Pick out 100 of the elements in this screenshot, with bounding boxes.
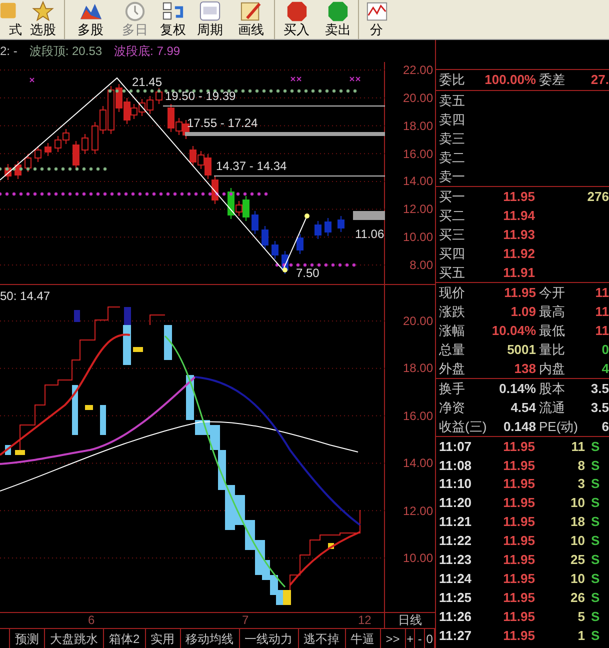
trade-volume: 18: [570, 513, 585, 532]
field-value: 0.14%: [498, 380, 536, 398]
axis-label: 6: [88, 613, 95, 628]
trade-price: 11.95: [502, 608, 535, 626]
axis-label: 18.00: [402, 362, 433, 376]
trade-price: 11.95: [502, 588, 535, 607]
trade-time: 11:08: [439, 456, 473, 475]
trade-price: 11.95: [502, 551, 535, 570]
toolbar-button[interactable]: 周期: [192, 0, 228, 39]
indicator-tab[interactable]: 实用: [144, 629, 180, 648]
axis-label: 22.00: [402, 64, 433, 77]
field-value: 27.: [590, 71, 609, 90]
axis-label: 14.00: [402, 175, 433, 188]
axis-label: 12: [358, 613, 372, 628]
indicator-tab[interactable]: 逃不掉: [298, 629, 345, 648]
indicator-value: 波段顶: 20.53: [29, 43, 102, 60]
trade-side: S: [591, 608, 600, 626]
step-line: [150, 314, 166, 326]
field-label: 总量: [439, 340, 466, 359]
toolbar-button[interactable]: 卖出: [318, 0, 358, 39]
toolbar-button[interactable]: 画线: [228, 0, 274, 39]
bid-price: 11.93: [502, 226, 535, 244]
price-label: 11.06: [355, 228, 384, 241]
toolbar-button[interactable]: 复权: [154, 0, 192, 39]
axis-label: 14.00: [402, 457, 433, 470]
field-label: 流通: [539, 398, 566, 417]
indicator-tab[interactable]: 大盘跳水: [44, 629, 103, 648]
trade-side: S: [591, 570, 600, 588]
toolbar-button[interactable]: 买入: [274, 0, 318, 39]
candle: [44, 142, 52, 156]
field-value: 100.00%: [484, 71, 536, 90]
field-label: 委差: [539, 71, 566, 90]
trade-time: 11:21: [439, 513, 473, 532]
candle: [296, 234, 304, 254]
axis-label: 12.00: [402, 203, 433, 216]
toolbar-button[interactable]: 选股: [22, 0, 64, 39]
trade-price: 11.95: [502, 626, 535, 645]
indicator-tab[interactable]: 移动均线: [180, 629, 239, 648]
trade-side: S: [591, 475, 600, 494]
clock-icon: [123, 0, 147, 23]
field-value: 1.09: [510, 302, 536, 321]
field-label: 涨跌: [439, 302, 466, 321]
axis-label: 12.00: [402, 504, 433, 518]
octagon-icon: [326, 0, 350, 23]
trade-price: 11.95: [502, 438, 535, 456]
zoom-button[interactable]: 0: [425, 629, 435, 648]
zoom-button[interactable]: +: [406, 629, 416, 648]
octagon-icon: [284, 0, 308, 23]
field-label: 委比: [439, 71, 466, 90]
field-label: 买三: [439, 226, 466, 244]
trade-volume: 10: [570, 494, 585, 512]
period-label[interactable]: 日线: [385, 613, 435, 628]
axis-label: 18.00: [402, 120, 433, 133]
bid-price: 11.94: [502, 206, 535, 225]
field-label: 买五: [439, 264, 466, 282]
candle: [252, 210, 258, 234]
trade-time: 11:22: [439, 532, 473, 550]
candle: [34, 146, 42, 162]
candle: [338, 216, 344, 232]
pencil-note-icon: [239, 0, 263, 23]
indicator-tab[interactable]: 预测: [9, 629, 44, 648]
candle: [272, 240, 278, 260]
field-value: 11: [594, 302, 609, 321]
trade-price: 11.95: [502, 494, 535, 512]
trade-price: 11.95: [502, 513, 535, 532]
indicator-tab[interactable]: 牛逼: [344, 629, 380, 648]
trade-side: S: [591, 532, 600, 550]
price-label: 7.50: [296, 267, 320, 280]
field-label: 买二: [439, 206, 466, 225]
candle: [72, 140, 80, 170]
bar: [74, 310, 80, 322]
zoom-button[interactable]: -: [415, 629, 426, 648]
candle: [314, 220, 322, 240]
bid-volume: 276: [586, 188, 609, 206]
toolbar-button[interactable]: 式: [0, 0, 22, 39]
trade-volume: 1: [576, 626, 585, 645]
bar: [100, 405, 106, 435]
axis-label: 20.00: [402, 315, 433, 328]
field-label: 卖四: [439, 110, 465, 129]
field-value: 6: [600, 418, 609, 436]
indicator-tab[interactable]: >>: [380, 629, 405, 648]
candle: [324, 218, 332, 236]
trade-side: S: [591, 513, 600, 532]
axis-label: 16.00: [402, 410, 433, 423]
bar: [164, 325, 172, 360]
indicator-tab[interactable]: 一线动力: [238, 629, 298, 648]
field-value: 0.148: [502, 418, 536, 436]
moving-average-line: [289, 531, 360, 586]
field-value: 0: [600, 340, 609, 359]
field-value: 11: [594, 284, 609, 302]
bar: [15, 450, 25, 455]
indicator-tab[interactable]: 箱体2: [103, 629, 145, 648]
field-label: 最低: [539, 322, 566, 340]
field-value: 10.04%: [490, 322, 536, 340]
trade-volume: 3: [576, 475, 585, 494]
f8-key-icon: [198, 0, 222, 23]
toolbar-button[interactable]: 分: [358, 0, 394, 39]
price-bar: [353, 211, 385, 220]
candle: [24, 154, 32, 172]
toolbar-button[interactable]: 多股: [64, 0, 116, 39]
